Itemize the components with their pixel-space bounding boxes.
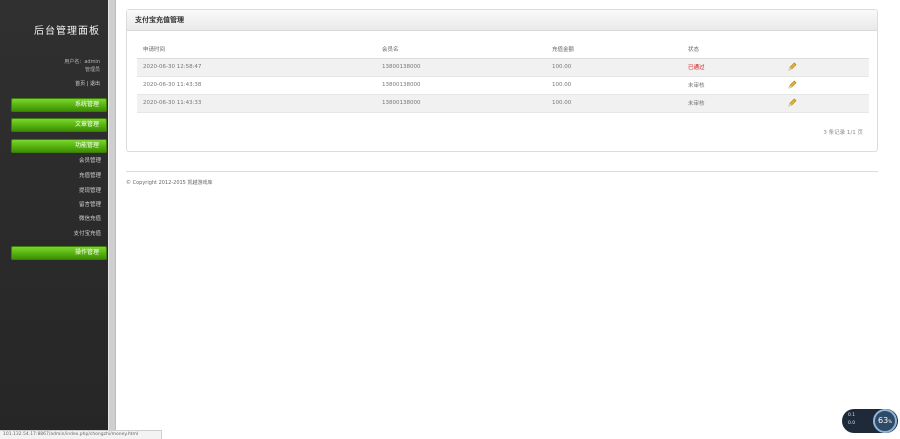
cell-status: 已通过 [682,58,782,77]
username-label: 用户名：admin [64,59,100,65]
table-header-row: 申请时间 会员名 充值金额 状态 [137,40,869,59]
cell-time: 2020-06-30 11:43:38 [137,76,376,95]
nav-operation-management[interactable]: 操作管理 [11,246,107,260]
pagination-info: 3 条记录 1/1 页 [823,130,863,136]
sidebar-scroll-edge [108,0,116,439]
footer-divider [126,171,878,172]
role-label: 管理员 [84,67,100,73]
edit-pencil-icon[interactable] [788,80,797,89]
cell-status: 未审核 [682,76,782,95]
table-row: 2020-06-30 11:43:38 13800138000 100.00 未… [137,76,869,95]
recharge-table: 申请时间 会员名 充值金额 状态 2020-06-30 12:58:47 138… [137,40,869,113]
cell-time: 2020-06-30 12:58:47 [137,58,376,77]
edit-pencil-icon[interactable] [788,62,797,71]
nav-system-management[interactable]: 系统管理 [11,98,107,112]
col-header-time: 申请时间 [137,40,376,59]
cell-status: 未审核 [682,94,782,113]
cell-action [782,58,869,77]
download-speed: 0.0 [848,421,856,426]
copyright-text: © Copyright 2012-2015 凯越游戏库 [126,180,213,186]
sub-item-messages[interactable]: 留言管理 [11,200,101,208]
cell-member: 13800138000 [376,58,546,77]
brand-title: 后台管理面板 [34,26,100,37]
cell-amount: 100.00 [546,94,682,113]
cell-amount: 100.00 [546,58,682,77]
col-header-status: 状态 [682,40,782,59]
col-header-amount: 充值金额 [546,40,682,59]
memory-percent: 63 [878,416,889,425]
browser-status-url: 101.132.54.17:8867/admin/index.php/chong… [0,430,162,439]
table-row: 2020-06-30 12:58:47 13800138000 100.00 已… [137,58,869,77]
col-header-action [782,40,869,59]
cell-amount: 100.00 [546,76,682,95]
sub-item-members[interactable]: 会员管理 [11,156,101,164]
col-header-member: 会员名 [376,40,546,59]
speed-readout: 0.1 0.0 [848,412,855,428]
sidebar: 后台管理面板 用户名：admin 管理员 首页 | 退出 系统管理 文章管理 功… [0,0,108,439]
nav-article-management[interactable]: 文章管理 [11,118,107,132]
cell-member: 13800138000 [376,76,546,95]
cell-time: 2020-06-30 11:43:33 [137,94,376,113]
sub-item-recharge[interactable]: 充值管理 [11,171,101,179]
home-logout-links[interactable]: 首页 | 退出 [0,80,100,87]
cell-member: 13800138000 [376,94,546,113]
edit-pencil-icon[interactable] [788,98,797,107]
panel-title: 支付宝充值管理 [127,10,877,31]
sub-item-alipay-recharge[interactable]: 支付宝充值 [11,229,101,237]
upload-speed: 0.1 [848,413,856,418]
sub-item-wechat-recharge[interactable]: 微信充值 [11,214,101,222]
nav-function-management[interactable]: 功能管理 [11,139,107,153]
memory-usage-indicator: 63% [873,409,897,433]
table-row: 2020-06-30 11:43:33 13800138000 100.00 未… [137,94,869,113]
cell-action [782,76,869,95]
sub-item-withdraw[interactable]: 提现管理 [11,186,101,194]
alipay-recharge-panel: 支付宝充值管理 申请时间 会员名 充值金额 状态 2020-06-30 12:5… [126,9,878,152]
network-speed-widget[interactable]: 0.1 0.0 63% [842,409,898,433]
cell-action [782,94,869,113]
